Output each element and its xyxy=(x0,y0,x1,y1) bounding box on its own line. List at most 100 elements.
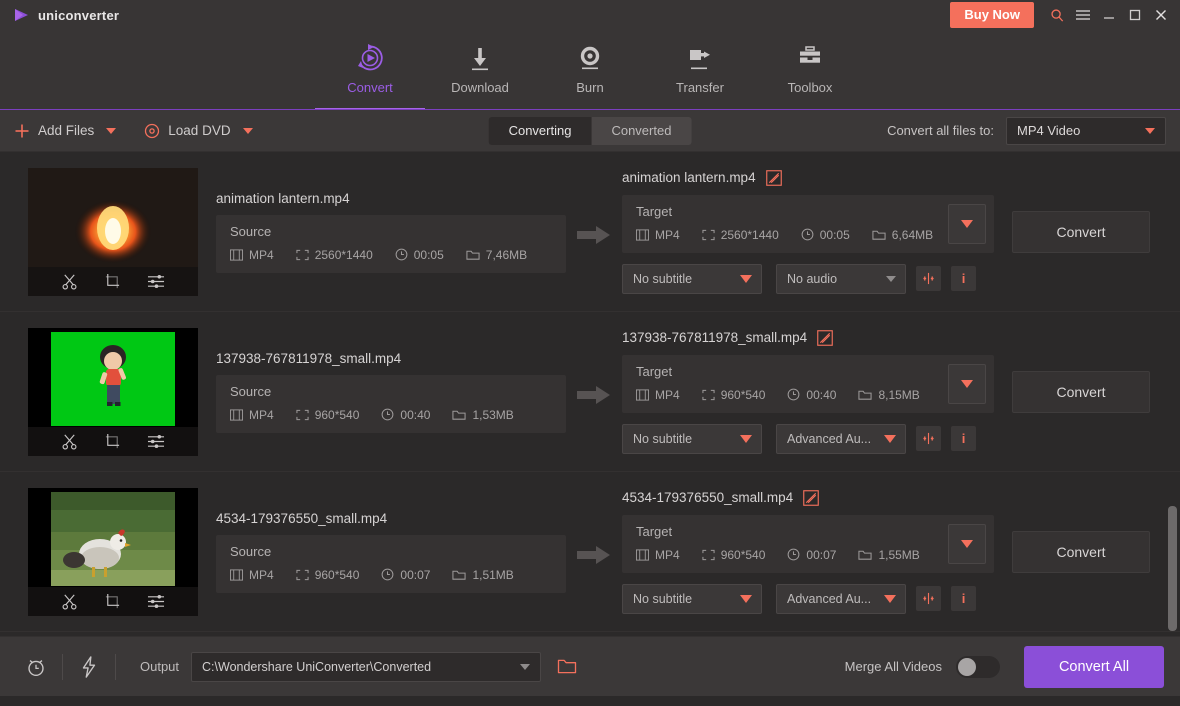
source-file-name: 4534-179376550_small.mp4 xyxy=(216,510,388,526)
crop-icon[interactable] xyxy=(104,433,121,450)
nav-label-burn: Burn xyxy=(576,80,604,95)
subtitle-select[interactable]: No subtitle xyxy=(622,263,762,294)
source-column: animation lantern.mp4 Source MP4 2560*14… xyxy=(216,191,566,273)
convert-button[interactable]: Convert xyxy=(1012,530,1150,573)
output-path-input[interactable]: C:\Wondershare UniConverter\Converted xyxy=(191,651,542,682)
trim-scissors-icon[interactable] xyxy=(61,593,78,610)
tab-converting[interactable]: Converting xyxy=(488,116,592,145)
search-icon[interactable] xyxy=(1044,0,1070,30)
maximize-icon[interactable] xyxy=(1122,0,1148,30)
source-resolution: 960*540 xyxy=(296,568,359,582)
folder-icon xyxy=(872,229,886,241)
film-icon xyxy=(230,408,243,421)
crop-icon[interactable] xyxy=(104,593,121,610)
alarm-clock-icon[interactable] xyxy=(16,656,56,678)
source-meta-box: Source MP4 960*540 00:40 1,53MB xyxy=(216,374,566,433)
chevron-down-icon xyxy=(884,594,896,603)
audio-select[interactable]: Advanced Au... xyxy=(776,583,906,614)
convert-all-button[interactable]: Convert All xyxy=(1024,645,1164,688)
info-button[interactable]: i xyxy=(951,266,976,291)
load-dvd-button[interactable]: Load DVD xyxy=(144,123,231,139)
merge-all-videos-toggle[interactable] xyxy=(956,655,1000,678)
effects-sliders-icon[interactable] xyxy=(147,433,165,450)
target-title: Target xyxy=(636,203,673,219)
target-settings-dropdown[interactable] xyxy=(948,203,986,244)
target-file-name: 137938-767811978_small.mp4 xyxy=(622,330,808,345)
resize-icon xyxy=(296,569,309,581)
audio-value: Advanced Au... xyxy=(787,431,872,446)
subtitle-value: No subtitle xyxy=(633,591,693,606)
minimize-icon[interactable] xyxy=(1096,0,1122,30)
target-title: Target xyxy=(636,363,673,379)
add-files-button[interactable]: Add Files xyxy=(14,123,94,139)
info-button[interactable]: i xyxy=(951,426,976,451)
effects-sliders-icon[interactable] xyxy=(147,593,165,610)
edit-pencil-icon[interactable] xyxy=(765,169,782,186)
main-nav: Convert Download Burn Transfer Toolbox xyxy=(0,30,1180,111)
effects-sliders-icon[interactable] xyxy=(147,273,165,290)
format-select[interactable]: MP4 Video xyxy=(1006,116,1166,145)
source-title: Source xyxy=(230,543,272,559)
load-dvd-label: Load DVD xyxy=(168,123,231,138)
bottom-actions: Merge All Videos Convert All xyxy=(845,645,1164,688)
nav-label-download: Download xyxy=(451,80,509,95)
nav-item-transfer[interactable]: Transfer xyxy=(645,30,755,110)
chevron-down-icon xyxy=(884,434,896,443)
nav-item-burn[interactable]: Burn xyxy=(535,30,645,110)
target-settings-dropdown[interactable] xyxy=(948,523,986,564)
target-format: MP4 xyxy=(636,388,680,402)
crop-icon[interactable] xyxy=(104,273,121,290)
audio-value: Advanced Au... xyxy=(787,591,872,606)
trim-scissors-icon[interactable] xyxy=(61,433,78,450)
source-title: Source xyxy=(230,223,272,239)
source-meta-box: Source MP4 2560*1440 00:05 7,46MB xyxy=(216,214,566,273)
source-format-value: MP4 xyxy=(249,567,274,582)
toggle-knob xyxy=(958,657,976,676)
source-resolution-value: 960*540 xyxy=(314,407,360,422)
target-resolution: 960*540 xyxy=(702,548,765,562)
toolbox-icon xyxy=(795,38,825,78)
thumbnail[interactable] xyxy=(28,167,198,296)
thumbnail[interactable] xyxy=(28,327,198,456)
add-track-button[interactable] xyxy=(916,586,941,611)
nav-item-convert[interactable]: Convert xyxy=(315,30,425,111)
add-track-button[interactable] xyxy=(916,266,941,291)
target-column: animation lantern.mp4 Target MP4 2560*14… xyxy=(622,169,994,294)
target-settings-dropdown[interactable] xyxy=(948,363,986,404)
tab-converted[interactable]: Converted xyxy=(591,117,691,145)
info-button[interactable]: i xyxy=(951,586,976,611)
target-resolution: 960*540 xyxy=(702,388,765,402)
convert-button[interactable]: Convert xyxy=(1012,210,1150,253)
audio-select[interactable]: No audio xyxy=(776,263,906,294)
convert-circular-arrow-icon xyxy=(354,38,386,78)
scrollbar-thumb[interactable] xyxy=(1168,506,1177,631)
buy-now-button[interactable]: Buy Now xyxy=(950,2,1034,28)
close-icon[interactable] xyxy=(1148,0,1174,30)
lightning-bolt-icon[interactable] xyxy=(69,655,109,678)
subtitle-select[interactable]: No subtitle xyxy=(622,583,762,614)
add-track-button[interactable] xyxy=(916,426,941,451)
menu-icon[interactable] xyxy=(1070,0,1096,30)
nav-item-toolbox[interactable]: Toolbox xyxy=(755,30,865,110)
edit-pencil-icon[interactable] xyxy=(803,489,819,506)
chevron-down-icon xyxy=(961,379,973,388)
thumbnail[interactable] xyxy=(28,487,198,616)
list-scrollbar[interactable] xyxy=(1168,151,1177,636)
source-file-name: 137938-767811978_small.mp4 xyxy=(216,350,402,366)
audio-select[interactable]: Advanced Au... xyxy=(776,423,906,454)
convert-button[interactable]: Convert xyxy=(1012,370,1150,413)
target-title: Target xyxy=(636,523,673,539)
subtitle-select[interactable]: No subtitle xyxy=(622,423,762,454)
title-bar: uniconverter Buy Now xyxy=(0,0,1180,30)
target-format: MP4 xyxy=(636,228,680,242)
download-arrow-icon xyxy=(465,38,495,78)
trim-scissors-icon[interactable] xyxy=(61,273,78,290)
load-dvd-dropdown-caret[interactable] xyxy=(242,127,253,134)
convert-column: Convert xyxy=(1012,210,1150,253)
add-files-dropdown-caret[interactable] xyxy=(106,127,117,134)
chevron-down-icon xyxy=(886,275,896,282)
bottom-bar: Output C:\Wondershare UniConverter\Conve… xyxy=(0,636,1180,696)
nav-item-download[interactable]: Download xyxy=(425,30,535,110)
open-folder-icon[interactable] xyxy=(557,658,577,675)
edit-pencil-icon[interactable] xyxy=(817,329,833,346)
